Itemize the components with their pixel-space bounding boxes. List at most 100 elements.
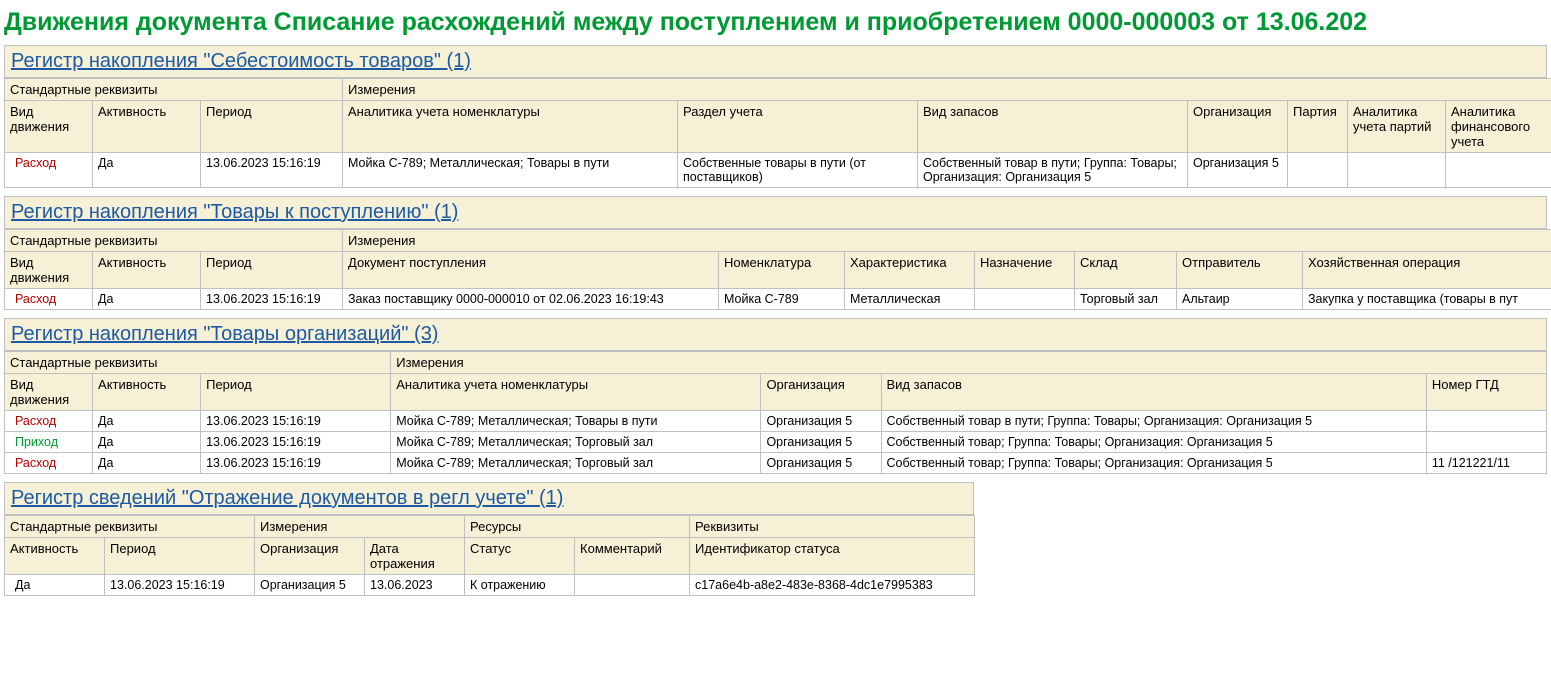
cell-gtd bbox=[1426, 432, 1546, 453]
col-section: Раздел учета bbox=[678, 101, 918, 153]
col-organization: Организация bbox=[761, 374, 881, 411]
col-period: Период bbox=[201, 101, 343, 153]
col-stock-type: Вид запасов bbox=[881, 374, 1426, 411]
register-heading-goods-receipt[interactable]: Регистр накопления "Товары к поступлению… bbox=[4, 196, 1547, 229]
col-status: Статус bbox=[465, 538, 575, 575]
col-batch: Партия bbox=[1288, 101, 1348, 153]
table-row: Расход Да 13.06.2023 15:16:19 Мойка C-78… bbox=[5, 453, 1547, 474]
group-header-res: Ресурсы bbox=[465, 516, 690, 538]
cell-org: Организация 5 bbox=[1188, 153, 1288, 188]
col-sender: Отправитель bbox=[1177, 252, 1303, 289]
group-header-row: Стандартные реквизиты Измерения bbox=[5, 230, 1551, 252]
col-activity: Активность bbox=[93, 252, 201, 289]
cell-comment bbox=[575, 575, 690, 596]
group-header-dim: Измерения bbox=[343, 79, 1551, 101]
cell-purpose bbox=[975, 289, 1075, 310]
cell-period: 13.06.2023 15:16:19 bbox=[105, 575, 255, 596]
cell-gtd bbox=[1426, 411, 1546, 432]
cell-char: Металлическая bbox=[845, 289, 975, 310]
cell-org: Организация 5 bbox=[255, 575, 365, 596]
cell-mv: Расход bbox=[5, 289, 93, 310]
column-header-row: Вид движения Активность Период Документ … bbox=[5, 252, 1551, 289]
table-row: Расход Да 13.06.2023 15:16:19 Мойка C-78… bbox=[5, 153, 1551, 188]
cell-analytics: Мойка C-789; Металлическая; Торговый зал bbox=[391, 453, 761, 474]
cell-mv: Расход bbox=[5, 153, 93, 188]
cell-period: 13.06.2023 15:16:19 bbox=[201, 289, 343, 310]
column-header-row: Вид движения Активность Период Аналитика… bbox=[5, 374, 1547, 411]
cell-active: Да bbox=[93, 411, 201, 432]
col-nomenclature: Номенклатура bbox=[719, 252, 845, 289]
cell-active: Да bbox=[93, 153, 201, 188]
group-header-std: Стандартные реквизиты bbox=[5, 352, 391, 374]
cell-org: Организация 5 bbox=[761, 411, 881, 432]
cell-abatch bbox=[1348, 153, 1446, 188]
col-analytics-nomen: Аналитика учета номенклатуры bbox=[343, 101, 678, 153]
cell-active: Да bbox=[5, 575, 105, 596]
cell-period: 13.06.2023 15:16:19 bbox=[201, 153, 343, 188]
cell-active: Да bbox=[93, 289, 201, 310]
cell-org: Организация 5 bbox=[761, 453, 881, 474]
table-reflect: Стандартные реквизиты Измерения Ресурсы … bbox=[4, 515, 975, 596]
cell-active: Да bbox=[93, 432, 201, 453]
cell-doc: Заказ поставщику 0000-000010 от 02.06.20… bbox=[343, 289, 719, 310]
col-analytics-fin: Аналитика финансового учета bbox=[1446, 101, 1551, 153]
cell-stock: Собственный товар; Группа: Товары; Орган… bbox=[881, 453, 1426, 474]
col-activity: Активность bbox=[93, 101, 201, 153]
cell-analytics: Мойка C-789; Металлическая; Торговый зал bbox=[391, 432, 761, 453]
table-row: Приход Да 13.06.2023 15:16:19 Мойка C-78… bbox=[5, 432, 1547, 453]
group-header-dim: Измерения bbox=[391, 352, 1547, 374]
cell-batch bbox=[1288, 153, 1348, 188]
cell-nomen: Мойка C-789 bbox=[719, 289, 845, 310]
col-comment: Комментарий bbox=[575, 538, 690, 575]
col-business-op: Хозяйственная операция bbox=[1303, 252, 1551, 289]
cell-mv: Приход bbox=[5, 432, 93, 453]
group-header-std: Стандартные реквизиты bbox=[5, 230, 343, 252]
group-header-std: Стандартные реквизиты bbox=[5, 516, 255, 538]
col-warehouse: Склад bbox=[1075, 252, 1177, 289]
group-header-dim: Измерения bbox=[255, 516, 465, 538]
cell-date: 13.06.2023 bbox=[365, 575, 465, 596]
col-activity: Активность bbox=[93, 374, 201, 411]
col-characteristic: Характеристика bbox=[845, 252, 975, 289]
group-header-req: Реквизиты bbox=[690, 516, 975, 538]
col-analytics-batch: Аналитика учета партий bbox=[1348, 101, 1446, 153]
register-heading-reflect[interactable]: Регистр сведений "Отражение документов в… bbox=[4, 482, 974, 515]
register-heading-org-goods[interactable]: Регистр накопления "Товары организаций" … bbox=[4, 318, 1547, 351]
column-header-row: Вид движения Активность Период Аналитика… bbox=[5, 101, 1551, 153]
cell-sid: c17a6e4b-a8e2-483e-8368-4dc1e7995383 bbox=[690, 575, 975, 596]
group-header-row: Стандартные реквизиты Измерения bbox=[5, 352, 1547, 374]
col-analytics-nomen: Аналитика учета номенклатуры bbox=[391, 374, 761, 411]
cell-active: Да bbox=[93, 453, 201, 474]
cell-mv: Расход bbox=[5, 453, 93, 474]
col-doc-receipt: Документ поступления bbox=[343, 252, 719, 289]
cell-sender: Альтаир bbox=[1177, 289, 1303, 310]
cell-stock: Собственный товар; Группа: Товары; Орган… bbox=[881, 432, 1426, 453]
col-movement-type: Вид движения bbox=[5, 374, 93, 411]
group-header-dim: Измерения bbox=[343, 230, 1551, 252]
col-reflect-date: Дата отражения bbox=[365, 538, 465, 575]
group-header-std: Стандартные реквизиты bbox=[5, 79, 343, 101]
cell-gtd: 11 /121221/11 bbox=[1426, 453, 1546, 474]
col-activity: Активность bbox=[5, 538, 105, 575]
cell-stock: Собственный товар в пути; Группа: Товары… bbox=[881, 411, 1426, 432]
col-movement-type: Вид движения bbox=[5, 252, 93, 289]
table-row: Расход Да 13.06.2023 15:16:19 Заказ пост… bbox=[5, 289, 1551, 310]
cell-analytics: Мойка C-789; Металлическая; Товары в пут… bbox=[343, 153, 678, 188]
table-org-goods: Стандартные реквизиты Измерения Вид движ… bbox=[4, 351, 1547, 474]
cell-op: Закупка у поставщика (товары в пут bbox=[1303, 289, 1551, 310]
table-row: Да 13.06.2023 15:16:19 Организация 5 13.… bbox=[5, 575, 975, 596]
col-organization: Организация bbox=[255, 538, 365, 575]
col-stock-type: Вид запасов bbox=[918, 101, 1188, 153]
cell-period: 13.06.2023 15:16:19 bbox=[201, 453, 391, 474]
cell-afin bbox=[1446, 153, 1551, 188]
col-organization: Организация bbox=[1188, 101, 1288, 153]
register-heading-cost[interactable]: Регистр накопления "Себестоимость товаро… bbox=[4, 45, 1547, 78]
group-header-row: Стандартные реквизиты Измерения Ресурсы … bbox=[5, 516, 975, 538]
group-header-row: Стандартные реквизиты Измерения bbox=[5, 79, 1551, 101]
table-cost: Стандартные реквизиты Измерения Вид движ… bbox=[4, 78, 1551, 188]
col-status-id: Идентификатор статуса bbox=[690, 538, 975, 575]
col-period: Период bbox=[105, 538, 255, 575]
column-header-row: Активность Период Организация Дата отраж… bbox=[5, 538, 975, 575]
col-gtd: Номер ГТД bbox=[1426, 374, 1546, 411]
table-goods-receipt: Стандартные реквизиты Измерения Вид движ… bbox=[4, 229, 1551, 310]
